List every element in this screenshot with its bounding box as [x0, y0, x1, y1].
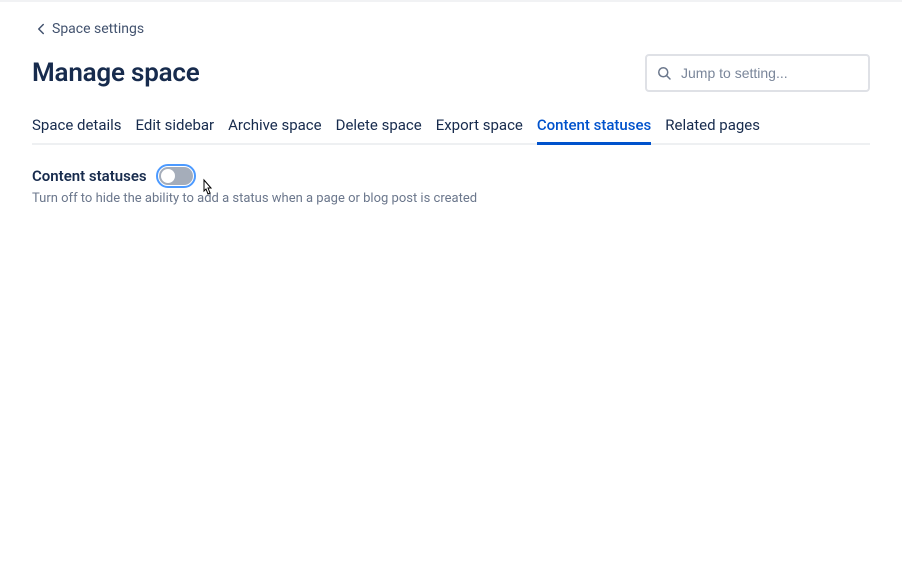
content-statuses-section: Content statuses Turn off to hide the ab… — [32, 167, 870, 206]
tabs-container: Space details Edit sidebar Archive space… — [32, 114, 870, 145]
section-label: Content statuses — [32, 167, 147, 185]
tab-related-pages[interactable]: Related pages — [665, 116, 760, 145]
tab-content-statuses[interactable]: Content statuses — [537, 116, 651, 145]
toggle-knob — [161, 169, 175, 183]
search-input[interactable] — [681, 65, 860, 81]
search-icon — [655, 64, 673, 82]
tab-space-details[interactable]: Space details — [32, 116, 122, 145]
tab-edit-sidebar[interactable]: Edit sidebar — [136, 116, 215, 145]
content-statuses-toggle[interactable] — [159, 167, 193, 185]
tab-delete-space[interactable]: Delete space — [336, 116, 422, 145]
breadcrumb-label: Space settings — [52, 21, 144, 37]
tab-archive-space[interactable]: Archive space — [228, 116, 321, 145]
search-container[interactable] — [645, 54, 870, 92]
chevron-left-icon — [32, 20, 50, 38]
tab-export-space[interactable]: Export space — [436, 116, 523, 145]
page-title: Manage space — [32, 58, 200, 88]
section-description: Turn off to hide the ability to add a st… — [32, 191, 870, 206]
breadcrumb-back[interactable]: Space settings — [32, 2, 144, 38]
